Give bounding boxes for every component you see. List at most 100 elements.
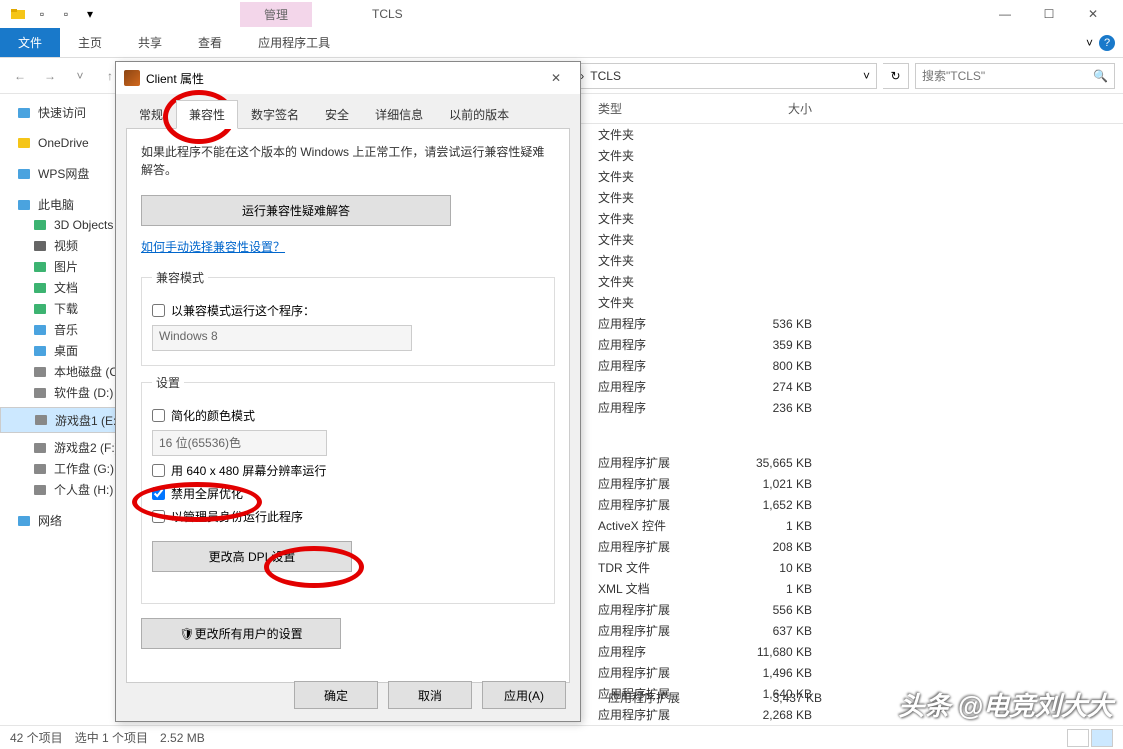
file-type: 文件夹 bbox=[590, 126, 710, 143]
file-size: 11,680 KB bbox=[710, 645, 820, 659]
file-type: 应用程序 bbox=[590, 643, 710, 660]
dpi-settings-button[interactable]: 更改高 DPI 设置 bbox=[152, 541, 352, 572]
file-type: 文件夹 bbox=[590, 147, 710, 164]
dialog-titlebar: Client 属性 ✕ bbox=[116, 62, 580, 94]
recent-dropdown[interactable]: ˅ bbox=[68, 64, 92, 88]
file-type: 应用程序扩展 bbox=[590, 664, 710, 681]
ribbon-apptools-tab[interactable]: 应用程序工具 bbox=[240, 28, 348, 57]
file-size: 1,496 KB bbox=[710, 666, 820, 680]
file-type: 文件夹 bbox=[590, 168, 710, 185]
settings-legend: 设置 bbox=[152, 374, 184, 391]
file-size: 3,437 KB bbox=[720, 691, 830, 705]
manage-context-tab[interactable]: 管理 bbox=[240, 2, 312, 27]
network-icon bbox=[16, 513, 32, 529]
dialog-title: Client 属性 bbox=[146, 70, 204, 87]
file-type: 应用程序扩展 bbox=[600, 689, 720, 706]
reduced-color-label: 简化的颜色模式 bbox=[171, 407, 255, 424]
search-input[interactable] bbox=[922, 69, 1093, 83]
file-size: 359 KB bbox=[710, 338, 820, 352]
file-size: 1 KB bbox=[710, 582, 820, 596]
dialog-tabs: 常规 兼容性 数字签名 安全 详细信息 以前的版本 bbox=[116, 94, 580, 129]
disable-fullscreen-input[interactable] bbox=[152, 487, 165, 500]
sidebar-label: 个人盘 (H:) bbox=[54, 481, 113, 498]
status-bar: 42 个项目 选中 1 个项目 2.52 MB bbox=[0, 725, 1123, 749]
star-icon bbox=[16, 105, 32, 121]
ribbon-expand-icon[interactable]: ˅ bbox=[1086, 36, 1093, 50]
image-icon bbox=[32, 259, 48, 275]
file-type: 应用程序 bbox=[590, 378, 710, 395]
reduced-color-checkbox[interactable]: 简化的颜色模式 bbox=[152, 407, 544, 424]
resolution-checkbox[interactable]: 用 640 x 480 屏幕分辨率运行 bbox=[152, 462, 544, 479]
file-size: 236 KB bbox=[710, 401, 820, 415]
drive-icon bbox=[32, 364, 48, 380]
pc-icon bbox=[16, 197, 32, 213]
compat-mode-checkbox[interactable]: 以兼容模式运行这个程序： bbox=[152, 302, 544, 319]
file-type: 应用程序扩展 bbox=[590, 601, 710, 618]
status-selected: 选中 1 个项目 bbox=[75, 729, 148, 746]
breadcrumb-item[interactable]: TCLS bbox=[590, 69, 621, 83]
compat-help-link[interactable]: 如何手动选择兼容性设置？ bbox=[141, 238, 285, 255]
run-as-admin-label: 以管理员身份运行此程序 bbox=[171, 508, 303, 525]
run-as-admin-input[interactable] bbox=[152, 510, 165, 523]
view-large-icon[interactable] bbox=[1091, 729, 1113, 747]
file-type: 应用程序 bbox=[590, 336, 710, 353]
file-type: 应用程序 bbox=[590, 399, 710, 416]
file-type: 文件夹 bbox=[590, 189, 710, 206]
compat-os-select[interactable]: Windows 8 bbox=[152, 325, 412, 351]
address-dropdown-icon[interactable]: ˅ bbox=[863, 69, 870, 83]
reduced-color-input[interactable] bbox=[152, 409, 165, 422]
apply-button[interactable]: 应用(A) bbox=[482, 681, 566, 709]
run-as-admin-checkbox[interactable]: 以管理员身份运行此程序 bbox=[152, 508, 544, 525]
tab-compatibility[interactable]: 兼容性 bbox=[176, 100, 238, 129]
compat-mode-check-input[interactable] bbox=[152, 304, 165, 317]
sidebar-label: 图片 bbox=[54, 258, 78, 275]
cloud-icon bbox=[16, 135, 32, 151]
resolution-label: 用 640 x 480 屏幕分辨率运行 bbox=[171, 462, 326, 479]
change-all-users-button[interactable]: 🛡更改所有用户的设置 bbox=[141, 618, 341, 649]
window-title: TCLS bbox=[372, 7, 403, 21]
help-icon[interactable]: ? bbox=[1099, 35, 1115, 51]
video-icon bbox=[32, 238, 48, 254]
file-size: 208 KB bbox=[710, 540, 820, 554]
col-size[interactable]: 大小 bbox=[710, 98, 820, 119]
ribbon-home-tab[interactable]: 主页 bbox=[60, 28, 120, 57]
ribbon-share-tab[interactable]: 共享 bbox=[120, 28, 180, 57]
sidebar-label: 网络 bbox=[38, 512, 62, 529]
qat-item[interactable]: ▫ bbox=[56, 4, 76, 24]
file-size: 637 KB bbox=[710, 624, 820, 638]
maximize-button[interactable]: ☐ bbox=[1027, 0, 1071, 28]
disable-fullscreen-checkbox[interactable]: 禁用全屏优化 bbox=[152, 485, 544, 502]
cube-icon bbox=[32, 217, 48, 233]
file-type: 应用程序扩展 bbox=[590, 538, 710, 555]
search-box[interactable]: 🔍 bbox=[915, 63, 1115, 89]
sidebar-label: 桌面 bbox=[54, 342, 78, 359]
tab-signatures[interactable]: 数字签名 bbox=[238, 100, 312, 129]
close-button[interactable]: ✕ bbox=[1071, 0, 1115, 28]
search-icon[interactable]: 🔍 bbox=[1093, 69, 1108, 83]
back-button[interactable]: ← bbox=[8, 64, 32, 88]
qat-dropdown[interactable]: ▾ bbox=[80, 4, 100, 24]
refresh-button[interactable]: ↻ bbox=[883, 63, 909, 89]
qat-item[interactable]: ▫ bbox=[32, 4, 52, 24]
drive-icon bbox=[33, 412, 49, 428]
compat-mode-label: 以兼容模式运行这个程序： bbox=[171, 302, 315, 319]
ribbon-view-tab[interactable]: 查看 bbox=[180, 28, 240, 57]
file-size: 35,665 KB bbox=[710, 456, 820, 470]
col-type[interactable]: 类型 bbox=[590, 98, 710, 119]
tab-security[interactable]: 安全 bbox=[312, 100, 362, 129]
tab-details[interactable]: 详细信息 bbox=[362, 100, 436, 129]
tab-previous-versions[interactable]: 以前的版本 bbox=[436, 100, 522, 129]
dialog-close-button[interactable]: ✕ bbox=[540, 64, 572, 92]
file-type: 文件夹 bbox=[590, 294, 710, 311]
forward-button[interactable]: → bbox=[38, 64, 62, 88]
tab-general[interactable]: 常规 bbox=[126, 100, 176, 129]
color-depth-select[interactable]: 16 位(65536)色 bbox=[152, 430, 327, 456]
minimize-button[interactable]: — bbox=[983, 0, 1027, 28]
cancel-button[interactable]: 取消 bbox=[388, 681, 472, 709]
view-details-icon[interactable] bbox=[1067, 729, 1089, 747]
resolution-input[interactable] bbox=[152, 464, 165, 477]
settings-group: 设置 简化的颜色模式 16 位(65536)色 用 640 x 480 屏幕分辨… bbox=[141, 374, 555, 604]
ok-button[interactable]: 确定 bbox=[294, 681, 378, 709]
ribbon-file-tab[interactable]: 文件 bbox=[0, 28, 60, 57]
troubleshoot-button[interactable]: 运行兼容性疑难解答 bbox=[141, 195, 451, 226]
